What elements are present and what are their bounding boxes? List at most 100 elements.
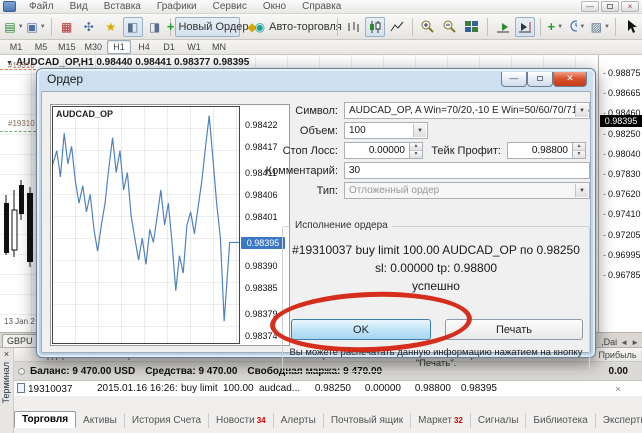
- order-delete-icon[interactable]: ×: [594, 384, 642, 394]
- navigator-button[interactable]: ★: [101, 17, 121, 37]
- close-button[interactable]: ×: [621, 1, 639, 12]
- type-select: Отложенный ордер▼: [344, 182, 590, 199]
- spin-down-icon[interactable]: ▼: [573, 151, 585, 158]
- tab-library[interactable]: Библиотека: [526, 413, 595, 428]
- tab-news[interactable]: Новости34: [209, 413, 274, 428]
- auto-scroll-button[interactable]: [493, 17, 513, 37]
- take-profit-stepper[interactable]: ▲▼: [573, 142, 586, 159]
- chevron-down-icon[interactable]: ▼: [413, 124, 426, 137]
- templates-button[interactable]: ▨▼: [590, 17, 610, 37]
- terminal-close-icon[interactable]: ×: [0, 349, 13, 359]
- terminal-side-strip: × Терминал: [0, 348, 14, 433]
- symbol-label: Символ:: [254, 105, 344, 117]
- tab-market[interactable]: Маркет32: [411, 413, 471, 428]
- menu-help[interactable]: Справка: [294, 1, 349, 12]
- dialog-titlebar[interactable]: Ордер — ✕: [37, 69, 595, 89]
- timeframe-w1[interactable]: W1: [182, 40, 206, 54]
- minimize-button[interactable]: —: [581, 1, 599, 12]
- window-controls: — ×: [581, 1, 642, 12]
- new-chart-button[interactable]: ▤▼: [4, 17, 24, 37]
- terminal-tabs: Торговля Активы История Счета Новости34 …: [14, 409, 642, 428]
- tab-account-history[interactable]: История Счета: [125, 413, 209, 428]
- market-watch-button[interactable]: ▦: [57, 17, 77, 37]
- timeframe-m5[interactable]: M5: [29, 40, 53, 54]
- chart-title: ▼AUDCAD_OP,H1 0.98440 0.98441 0.98377 0.…: [6, 57, 249, 68]
- tile-windows-button[interactable]: [462, 17, 482, 37]
- tab-scroll-right-icon[interactable]: ►: [631, 338, 639, 347]
- volume-select[interactable]: 100▼: [344, 122, 428, 139]
- tab-experts[interactable]: Эксперты: [596, 413, 642, 428]
- restore-button[interactable]: [601, 1, 619, 12]
- menu-insert[interactable]: Вставка: [96, 1, 149, 12]
- spin-down-icon[interactable]: ▼: [410, 151, 422, 158]
- stop-loss-stepper[interactable]: ▲▼: [410, 142, 423, 159]
- volume-row: Объем: 100▼: [254, 122, 454, 139]
- chart-window-tab[interactable]: GBPU: [2, 334, 40, 347]
- menu-file[interactable]: Файл: [21, 1, 62, 12]
- order-sl-cell: 0.00000: [354, 383, 404, 394]
- navigator-star-icon: ★: [105, 20, 116, 34]
- standard-toolbar: ▤▼ ▣▼ ▦ ✣ ★ ◧ ◨ + Новый Ордер ◆ ◉ Авто-т…: [0, 14, 642, 40]
- profiles-button[interactable]: ▣▼: [26, 17, 46, 37]
- chevron-down-icon: ▼: [40, 24, 46, 30]
- order-type-cell: buy limit: [178, 383, 220, 394]
- line-chart-button[interactable]: [387, 17, 407, 37]
- timeframe-m15[interactable]: M15: [54, 40, 80, 54]
- timeframe-m1[interactable]: M1: [4, 40, 28, 54]
- chevron-down-icon[interactable]: ▼: [575, 104, 588, 117]
- tab-trade[interactable]: Торговля: [14, 411, 76, 428]
- tab-signals[interactable]: Сигналы: [471, 413, 527, 428]
- stop-loss-input[interactable]: [344, 142, 410, 159]
- menu-charts[interactable]: Графики: [149, 1, 205, 12]
- dialog-close-button[interactable]: ✕: [553, 72, 587, 87]
- print-button[interactable]: Печать: [445, 319, 583, 340]
- zoom-out-button[interactable]: [440, 17, 460, 37]
- timeframe-m30[interactable]: M30: [81, 40, 107, 54]
- data-window-button[interactable]: ✣: [79, 17, 99, 37]
- zoom-in-button[interactable]: [418, 17, 438, 37]
- symbol-select[interactable]: AUDCAD_OP, A Win=70/20,-10 E Win=50/60/7…: [344, 102, 590, 119]
- timeframe-h4[interactable]: H4: [132, 40, 156, 54]
- timeframe-d1[interactable]: D1: [157, 40, 181, 54]
- new-order-label: Новый Ордер: [178, 21, 248, 33]
- order-dialog: Ордер — ✕ AUDCAD_OP 0.98395 0.984220.984…: [36, 68, 596, 358]
- toolbar-separator: [615, 18, 616, 36]
- order-price-line: [0, 69, 36, 70]
- indicators-button[interactable]: +▼: [545, 17, 565, 37]
- price-scale-label: 0.97205: [603, 230, 641, 240]
- spin-up-icon[interactable]: ▲: [573, 143, 585, 151]
- dialog-minimize-button[interactable]: —: [501, 72, 527, 87]
- tab-mailbox[interactable]: Почтовый ящик: [324, 413, 411, 428]
- spin-up-icon[interactable]: ▲: [410, 143, 422, 151]
- tick-line: [53, 107, 239, 343]
- tick-scale-label: 0.98374: [245, 331, 278, 341]
- cursor-button[interactable]: [621, 17, 641, 37]
- ok-button[interactable]: OK: [291, 319, 431, 340]
- chart-window-tab-partial[interactable]: ,Dai: [601, 337, 617, 347]
- comment-input[interactable]: [344, 162, 590, 179]
- menu-window[interactable]: Окно: [255, 1, 294, 12]
- tab-exposure[interactable]: Активы: [76, 413, 125, 428]
- menu-view[interactable]: Вид: [62, 1, 96, 12]
- new-order-button[interactable]: + Новый Ордер: [175, 17, 240, 37]
- tab-scroll-left-icon[interactable]: ◄: [620, 338, 628, 347]
- strategy-tester-button[interactable]: ◨: [145, 17, 165, 37]
- column-profit[interactable]: Прибыль: [594, 350, 642, 360]
- toolbar-separator: [412, 18, 413, 36]
- periods-button[interactable]: ▼: [567, 17, 588, 37]
- terminal-button[interactable]: ◧: [123, 17, 143, 37]
- order-table-row[interactable]: 19310037 2015.01.16 16:26:17 buy limit 1…: [14, 381, 642, 397]
- metatrader-window: Файл Вид Вставка Графики Сервис Окно Спр…: [0, 0, 642, 433]
- chart-shift-button[interactable]: [515, 17, 535, 37]
- execution-group-title: Исполнение ордера: [291, 220, 392, 231]
- candlestick-chart-button[interactable]: [365, 17, 385, 37]
- timeframe-h1[interactable]: H1: [107, 40, 131, 54]
- bar-chart-button[interactable]: [343, 17, 363, 37]
- price-scale[interactable]: 0.98395 0.988750.986650.984600.982500.98…: [598, 55, 642, 332]
- tab-alerts[interactable]: Алерты: [274, 413, 324, 428]
- dialog-maximize-button[interactable]: [527, 72, 553, 87]
- take-profit-input[interactable]: [507, 142, 573, 159]
- menu-tools[interactable]: Сервис: [205, 1, 255, 12]
- timeframe-mn[interactable]: MN: [207, 40, 231, 54]
- autotrading-button[interactable]: ◉ Авто-торговля: [264, 17, 332, 37]
